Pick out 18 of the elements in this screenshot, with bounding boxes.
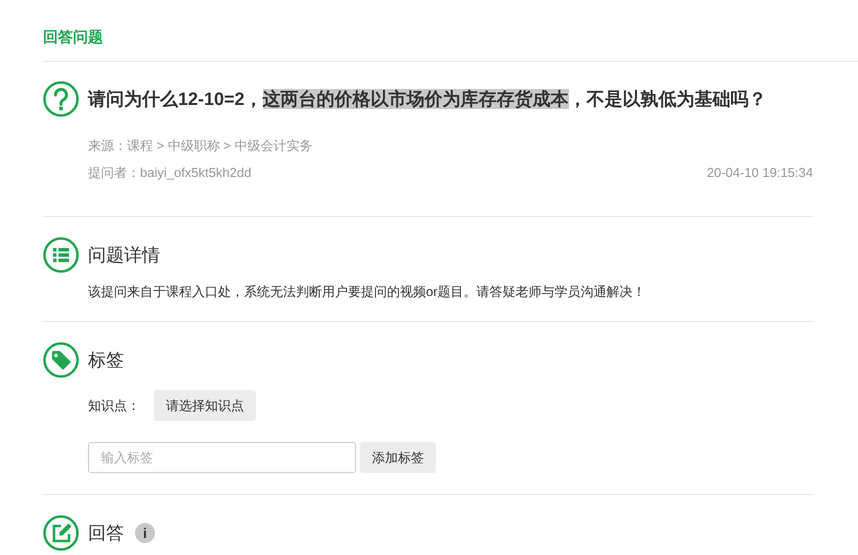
details-text: 该提问来自于课程入口处，系统无法判断用户要提问的视频or题目。请答疑老师与学员沟通解决！ <box>88 283 647 301</box>
add-tag-button[interactable]: 添加标签 <box>360 442 436 473</box>
section-title: 问题详情 <box>88 244 160 267</box>
edit-icon <box>43 515 79 551</box>
list-icon <box>43 237 79 273</box>
source-breadcrumb: 来源：课程 > 中级职称 > 中级会计实务 <box>88 137 314 155</box>
tag-input-field[interactable]: 输入标签 <box>88 442 356 473</box>
question-time: 20-04-10 19:15:34 <box>706 164 813 182</box>
asker-text: 提问者：baiyi_ofx5kt5kh2dd <box>88 164 252 182</box>
section-title: 回答 <box>88 522 124 545</box>
section-title: 标签 <box>88 349 124 372</box>
question-title: 请问为什么12-10=2，这两台的价格以市场价为库存存货成本，不是以孰低为基础吗？ <box>88 88 767 111</box>
info-icon[interactable]: i <box>135 523 155 543</box>
question-icon <box>43 81 79 117</box>
knowledge-label: 知识点： <box>88 396 140 414</box>
select-knowledge-button[interactable]: 请选择知识点 <box>154 390 256 421</box>
tag-icon <box>43 342 79 378</box>
page-title: 回答问题 <box>43 28 104 48</box>
